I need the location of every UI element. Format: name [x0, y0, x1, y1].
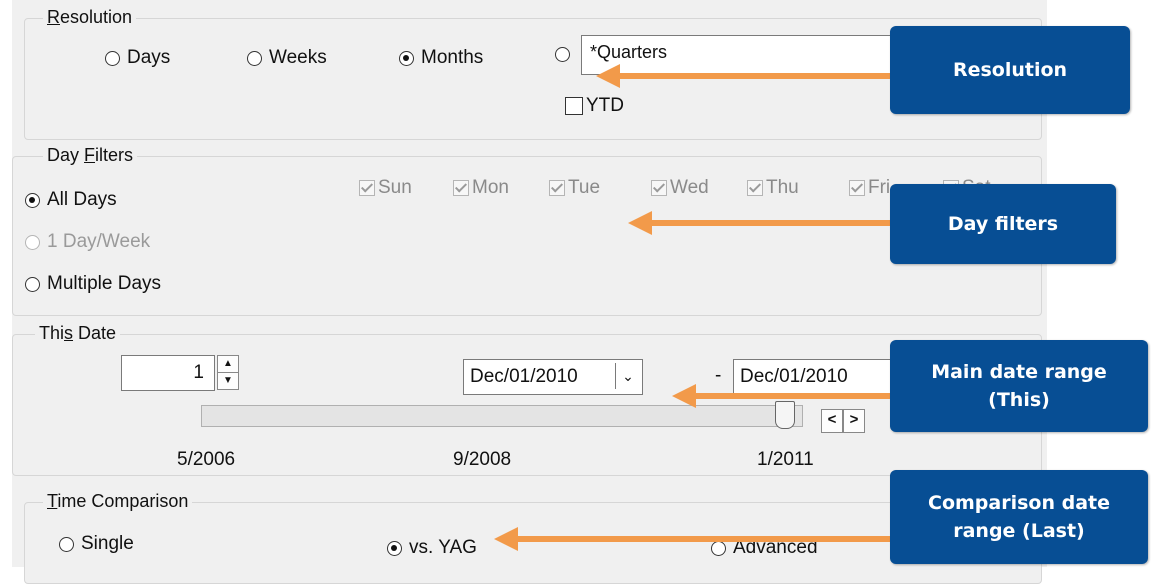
- radio-quarters[interactable]: [555, 47, 570, 62]
- quarters-field[interactable]: *Quarters: [581, 35, 941, 75]
- radio-days-dot: [105, 50, 120, 66]
- time-comparison-title: Time Comparison: [43, 491, 193, 512]
- end-date-value: Dec/01/2010: [740, 366, 848, 387]
- radio-days[interactable]: Days: [105, 47, 170, 69]
- date-range-dash: -: [715, 365, 722, 386]
- comparison-arrow: [494, 527, 892, 551]
- main-date-range-callout: Main date range (This): [890, 340, 1148, 432]
- check-fri-label: Fri: [868, 177, 891, 198]
- check-thu-label: Thu: [766, 177, 799, 198]
- check-tue-box: [549, 180, 565, 196]
- radio-single-dot: [59, 536, 74, 552]
- resolution-title: Resolution: [43, 7, 137, 28]
- start-date-value: Dec/01/2010: [470, 366, 578, 387]
- check-thu[interactable]: Thu: [747, 177, 799, 199]
- radio-single-label: Single: [81, 533, 134, 554]
- radio-vs-yag-dot: [387, 540, 402, 556]
- period-spinner-value: 1: [193, 362, 204, 383]
- radio-weeks-dot: [247, 50, 262, 66]
- slider-tick-label: 9/2008: [453, 449, 512, 470]
- radio-one-day-week-label: 1 Day/Week: [47, 231, 151, 252]
- this-date-title: This Date: [35, 323, 121, 344]
- radio-single[interactable]: Single: [59, 533, 134, 555]
- quarters-field-value: *Quarters: [590, 42, 668, 62]
- radio-one-day-week-dot: [25, 234, 40, 250]
- chevron-left-icon: <: [827, 411, 837, 428]
- spinner-up-button[interactable]: ▲: [217, 355, 239, 373]
- day-filters-group: Day Filters All Days 1 Day/Week Multiple…: [12, 145, 1042, 316]
- day-filters-callout: Day filters: [890, 184, 1116, 264]
- ytd-checkbox-label: YTD: [586, 95, 624, 116]
- period-spinner[interactable]: 1: [121, 355, 215, 391]
- check-sun-box: [359, 180, 375, 196]
- date-slider-thumb[interactable]: [775, 401, 795, 429]
- radio-multiple-days[interactable]: Multiple Days: [25, 273, 161, 295]
- check-wed-label: Wed: [670, 177, 709, 198]
- ytd-checkbox-box: [565, 97, 583, 115]
- check-tue[interactable]: Tue: [549, 177, 600, 199]
- check-mon[interactable]: Mon: [453, 177, 509, 199]
- day-filters-arrow: [628, 211, 890, 235]
- day-filters-title: Day Filters: [43, 145, 138, 166]
- check-thu-box: [747, 180, 763, 196]
- check-mon-label: Mon: [472, 177, 509, 198]
- resolution-arrow: [596, 64, 890, 88]
- start-date-picker[interactable]: Dec/01/2010 ⌄: [463, 359, 643, 395]
- radio-vs-yag[interactable]: vs. YAG: [387, 537, 477, 559]
- radio-weeks-label: Weeks: [269, 47, 327, 68]
- radio-one-day-week[interactable]: 1 Day/Week: [25, 231, 150, 253]
- slider-tick-label: 1/2011: [757, 449, 814, 470]
- radio-advanced-dot: [711, 540, 726, 556]
- spinner-down-button[interactable]: ▼: [217, 373, 239, 390]
- check-wed-box: [651, 180, 667, 196]
- radio-vs-yag-label: vs. YAG: [409, 537, 477, 558]
- radio-weeks[interactable]: Weeks: [247, 47, 327, 69]
- radio-quarters-dot: [555, 47, 570, 62]
- check-sun[interactable]: Sun: [359, 177, 412, 199]
- radio-multiple-days-dot: [25, 276, 40, 292]
- ytd-checkbox[interactable]: YTD: [565, 95, 624, 117]
- check-fri[interactable]: Fri: [849, 177, 890, 199]
- check-sun-label: Sun: [378, 177, 412, 198]
- radio-months[interactable]: Months: [399, 47, 483, 69]
- check-mon-box: [453, 180, 469, 196]
- radio-all-days[interactable]: All Days: [25, 189, 117, 211]
- comparison-callout: Comparison date range (Last): [890, 470, 1148, 564]
- radio-all-days-dot: [25, 192, 40, 208]
- end-date-picker[interactable]: Dec/01/2010: [733, 359, 913, 395]
- check-wed[interactable]: Wed: [651, 177, 709, 199]
- start-date-dropdown-button[interactable]: ⌄: [615, 363, 640, 389]
- check-tue-label: Tue: [568, 177, 601, 198]
- radio-all-days-label: All Days: [47, 189, 117, 210]
- chevron-down-icon: ⌄: [622, 368, 634, 384]
- slider-tick-label: 5/2006: [177, 449, 236, 470]
- next-period-button[interactable]: >: [843, 409, 865, 433]
- radio-multiple-days-label: Multiple Days: [47, 273, 162, 294]
- date-slider-track[interactable]: [201, 405, 803, 427]
- radio-months-dot: [399, 50, 414, 66]
- chevron-right-icon: >: [849, 411, 859, 428]
- prev-period-button[interactable]: <: [821, 409, 843, 433]
- main-date-range-arrow: [672, 384, 894, 408]
- spinner-buttons: ▲ ▼: [217, 355, 239, 391]
- radio-days-label: Days: [127, 47, 171, 68]
- check-fri-box: [849, 180, 865, 196]
- radio-months-label: Months: [421, 47, 484, 68]
- this-date-group: This Date 1 ▲ ▼ Dec/01/2010 ⌄ - Dec/01/2…: [12, 323, 1042, 476]
- resolution-callout: Resolution: [890, 26, 1130, 114]
